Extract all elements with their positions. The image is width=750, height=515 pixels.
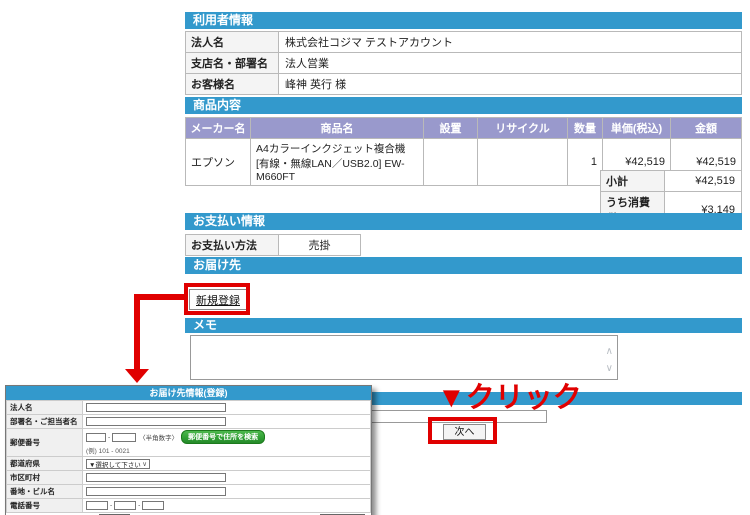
- table-row: 小計 ¥42,519: [600, 170, 742, 192]
- popup-title: お届け先情報(登録): [6, 386, 371, 400]
- recycle-cell: [477, 138, 568, 186]
- popup-corp-label: 法人名: [6, 400, 83, 415]
- popup-zip2-input[interactable]: [112, 432, 137, 442]
- product-name-cell: A4カラーインクジェット複合機[有線・無線LAN／USB2.0] EW-M660…: [250, 138, 424, 186]
- delivery-section-header: お届け先: [185, 257, 742, 274]
- popup-city-input[interactable]: [86, 473, 226, 483]
- payment-method-label: お支払い方法: [185, 234, 279, 256]
- popup-addr-label: 番地・ビル名: [6, 484, 83, 499]
- customer-name-label: お客様名: [185, 73, 279, 95]
- table-row: 番地・ビル名: [6, 484, 371, 499]
- product-section-header: 商品内容: [185, 97, 742, 114]
- qty-cell: 1: [567, 138, 603, 186]
- popup-addr-input[interactable]: [86, 487, 226, 497]
- table-row: お客様名 峰神 英行 様: [185, 73, 742, 95]
- subtotal-value: ¥42,519: [664, 170, 742, 192]
- postal-example: (例) 101 - 0021: [86, 448, 130, 455]
- zip-separator: -: [108, 433, 111, 441]
- install-column-header: 設置: [423, 117, 478, 139]
- payment-method-value: 売掛: [278, 234, 361, 256]
- maker-cell: エプソン: [185, 138, 251, 186]
- table-row: 電話番号 - -: [6, 498, 371, 513]
- popup-tel1-input[interactable]: [86, 501, 108, 510]
- branch-dept-value: 法人営業: [278, 52, 742, 74]
- scroll-up-icon[interactable]: ∧: [606, 347, 613, 357]
- branch-dept-label: 支店名・部署名: [185, 52, 279, 74]
- memo-section-header: メモ: [185, 318, 742, 333]
- popup-dept-input[interactable]: [86, 417, 226, 427]
- red-arrow-horizontal: [134, 294, 185, 300]
- popup-postal-label: 郵便番号: [6, 428, 83, 457]
- scroll-down-icon[interactable]: ∨: [606, 364, 613, 374]
- order-confirmation-page: 利用者情報 法人名 株式会社コジマ テストアカウント 支店名・部署名 法人営業 …: [0, 0, 750, 515]
- popup-tel2-input[interactable]: [114, 501, 137, 510]
- table-row: 法人名: [6, 400, 371, 415]
- popup-city-label: 市区町村: [6, 470, 83, 485]
- delivery-address-popup: お届け先情報(登録) 法人名 部署名・ご担当者名 郵便番号 - 〈半角数字〉 郵…: [5, 385, 372, 515]
- popup-corp-input[interactable]: [86, 403, 226, 413]
- postal-search-button[interactable]: 郵便番号で住所を検索: [181, 430, 266, 444]
- table-row: 部署名・ご担当者名: [6, 414, 371, 429]
- prefecture-select[interactable]: ▼選択して下さい ∨: [86, 458, 150, 469]
- tel-separator: -: [110, 502, 113, 509]
- popup-form-table: 法人名 部署名・ご担当者名 郵便番号 - 〈半角数字〉 郵便番号で住所を検索 (…: [6, 400, 371, 513]
- red-arrow-vertical: [134, 294, 140, 369]
- corp-name-label: 法人名: [185, 31, 279, 53]
- next-highlight-box: [428, 417, 497, 444]
- prefecture-selected-option: ▼選択して下さい: [89, 461, 141, 469]
- table-row: お支払い方法 売掛: [185, 234, 361, 256]
- table-header-row: メーカー名 商品名 設置 リサイクル 数量 単価(税込) 金額: [185, 117, 742, 139]
- register-highlight-box: [184, 283, 250, 315]
- payment-section-header: お支払い情報: [185, 213, 742, 230]
- customer-name-value: 峰神 英行 様: [278, 73, 742, 95]
- tel-separator: -: [138, 502, 141, 509]
- table-row: 支店名・部署名 法人営業: [185, 52, 742, 74]
- subtotal-label: 小計: [600, 170, 665, 192]
- dropdown-arrow-icon: ∨: [142, 460, 147, 468]
- table-row: 都道府県 ▼選択して下さい ∨: [6, 456, 371, 471]
- maker-column-header: メーカー名: [185, 117, 251, 139]
- popup-tel3-input[interactable]: [142, 501, 165, 510]
- unit-price-column-header: 単価(税込): [602, 117, 671, 139]
- table-row: 郵便番号 - 〈半角数字〉 郵便番号で住所を検索 (例) 101 - 0021: [6, 428, 371, 457]
- popup-zip1-input[interactable]: [86, 432, 106, 442]
- user-info-section-header: 利用者情報: [185, 12, 742, 29]
- popup-pref-label: 都道府県: [6, 456, 83, 471]
- table-row: 法人名 株式会社コジマ テストアカウント: [185, 31, 742, 53]
- corp-name-value: 株式会社コジマ テストアカウント: [278, 31, 742, 53]
- payment-table: お支払い方法 売掛: [185, 234, 361, 256]
- click-annotation: ▼クリック: [437, 382, 582, 414]
- popup-dept-label: 部署名・ご担当者名: [6, 414, 83, 429]
- postal-format-hint: 〈半角数字〉: [139, 435, 179, 442]
- table-row: 市区町村: [6, 470, 371, 485]
- user-info-table: 法人名 株式会社コジマ テストアカウント 支店名・部署名 法人営業 お客様名 峰…: [185, 31, 742, 95]
- popup-tel-label: 電話番号: [6, 498, 83, 513]
- recycle-column-header: リサイクル: [477, 117, 568, 139]
- product-name-column-header: 商品名: [250, 117, 424, 139]
- qty-column-header: 数量: [567, 117, 603, 139]
- amount-column-header: 金額: [670, 117, 742, 139]
- red-arrow-down-icon: [125, 369, 149, 383]
- install-cell: [423, 138, 478, 186]
